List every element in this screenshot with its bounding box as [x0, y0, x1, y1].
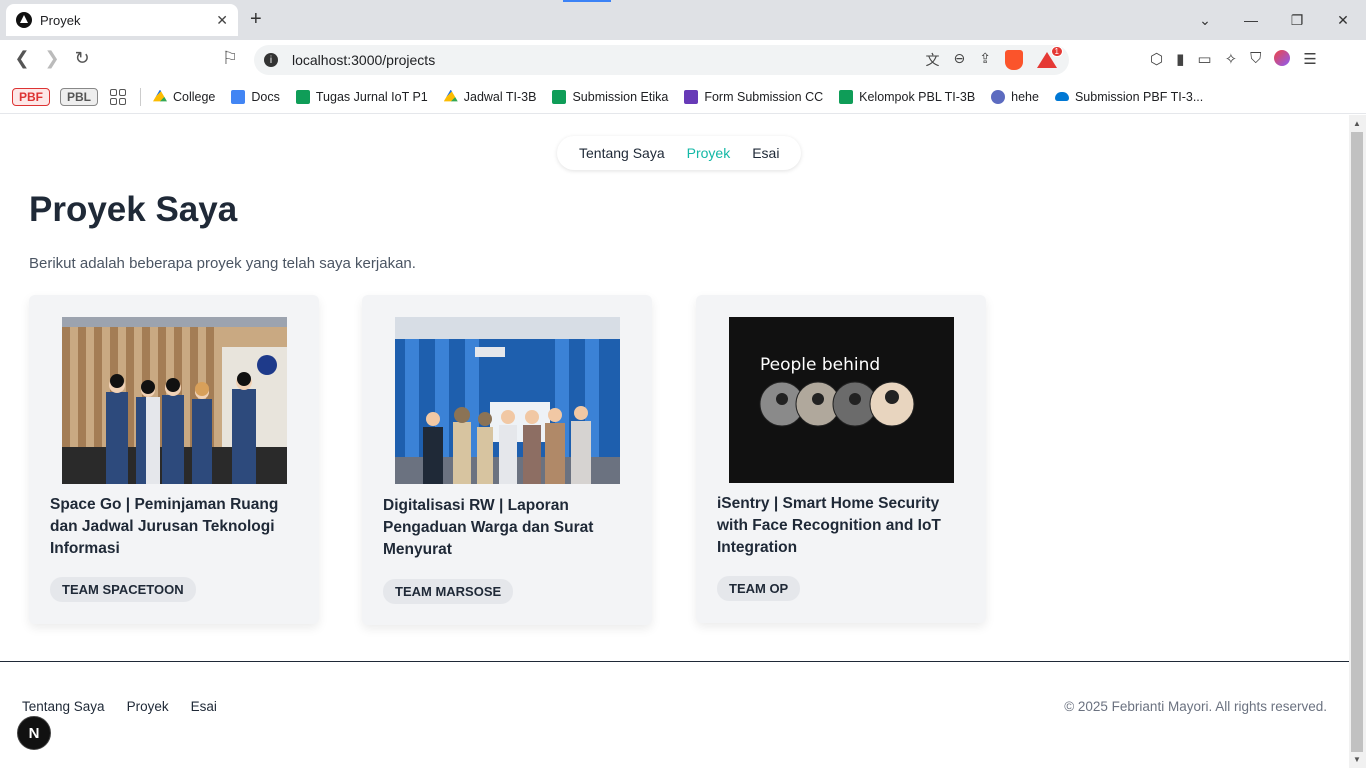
- footer-nav: Tentang Saya Proyek Esai: [22, 699, 217, 714]
- bookmark-pbl[interactable]: PBL: [60, 87, 98, 106]
- nav-proyek[interactable]: Proyek: [687, 145, 731, 161]
- vpn-icon[interactable]: ⛉: [1250, 50, 1261, 68]
- bookmark-page-icon[interactable]: ⚐: [218, 48, 242, 69]
- nav-tentang-saya[interactable]: Tentang Saya: [579, 145, 665, 161]
- bookmark-label: Form Submission CC: [704, 89, 824, 104]
- bookmark-label: hehe: [1011, 89, 1039, 104]
- browser-tab[interactable]: Proyek ✕: [6, 4, 238, 36]
- wallet-icon[interactable]: ▭: [1197, 50, 1211, 68]
- forward-icon[interactable]: ❯: [40, 48, 64, 69]
- project-card[interactable]: People behind iSentry | Smart Home Secur…: [696, 295, 986, 623]
- bookmark-item[interactable]: Jadwal TI-3B: [443, 89, 537, 104]
- bookmark-item[interactable]: Form Submission CC: [684, 89, 824, 104]
- bookmarks-bar: PBF PBL College Docs Tugas Jurnal IoT P1…: [0, 80, 1366, 114]
- sidebar-icon[interactable]: ▮: [1176, 50, 1184, 68]
- cloud-icon: [1054, 92, 1069, 101]
- footer-link-proyek[interactable]: Proyek: [127, 699, 169, 714]
- hehe-icon: [991, 89, 1006, 104]
- browser-tabbar: Proyek ✕ + ⌄ — ❐ ✕: [0, 0, 1366, 40]
- bookmark-label: Submission Etika: [572, 89, 669, 104]
- tab-title: Proyek: [40, 12, 81, 28]
- team-badge: TEAM OP: [717, 576, 801, 601]
- forms-icon: [684, 89, 699, 104]
- minimize-icon[interactable]: —: [1228, 0, 1274, 40]
- close-tab-icon[interactable]: ✕: [216, 12, 228, 29]
- toolbar-extensions: ⬡ ▮ ▭ ✧ ⛉ ☰: [1150, 50, 1317, 68]
- bookmark-item[interactable]: Submission Etika: [552, 89, 669, 104]
- url-text: localhost:3000/projects: [292, 52, 436, 68]
- zoom-icon[interactable]: ⊖: [954, 50, 966, 70]
- reload-icon[interactable]: ↻: [70, 48, 94, 69]
- scroll-up-icon[interactable]: ▲: [1353, 119, 1361, 128]
- nav-esai[interactable]: Esai: [752, 145, 779, 161]
- tab-strip-indicator: [563, 0, 611, 2]
- scroll-down-icon[interactable]: ▼: [1353, 755, 1361, 764]
- project-card[interactable]: Digitalisasi RW | Laporan Pengaduan Warg…: [362, 295, 652, 625]
- profile-avatar-icon[interactable]: [1274, 50, 1291, 66]
- bookmark-label: Submission PBF TI-3...: [1074, 89, 1204, 104]
- project-card[interactable]: Space Go | Peminjaman Ruang dan Jadwal J…: [29, 295, 319, 624]
- sheets-icon: [552, 89, 567, 104]
- bookmark-item[interactable]: Submission PBF TI-3...: [1054, 89, 1204, 104]
- bookmark-item[interactable]: Kelompok PBL TI-3B: [839, 89, 976, 104]
- sheets-icon: [839, 89, 854, 104]
- page-title: Proyek Saya: [29, 190, 238, 229]
- translate-icon[interactable]: ⽂: [926, 50, 940, 70]
- project-title[interactable]: Space Go | Peminjaman Ruang dan Jadwal J…: [50, 494, 306, 560]
- bookmark-separator: [140, 87, 141, 106]
- footer-divider: [0, 661, 1349, 662]
- project-title[interactable]: Digitalisasi RW | Laporan Pengaduan Warg…: [383, 495, 639, 561]
- bookmark-item[interactable]: Tugas Jurnal IoT P1: [295, 89, 428, 104]
- site-favicon-icon: [16, 12, 32, 28]
- project-photo: [62, 317, 287, 484]
- scrollbar-thumb[interactable]: [1351, 132, 1363, 752]
- drive-icon: [153, 89, 167, 102]
- bookmark-label: Jadwal TI-3B: [463, 89, 537, 104]
- bookmark-label: Tugas Jurnal IoT P1: [315, 89, 428, 104]
- bookmark-item[interactable]: Docs: [231, 89, 280, 104]
- address-bar[interactable]: i localhost:3000/projects ⽂ ⊖ ⇪ 1: [254, 45, 1069, 75]
- project-photo: People behind: [729, 317, 954, 483]
- footer-link-tentang-saya[interactable]: Tentang Saya: [22, 699, 105, 714]
- window-controls: ⌄ — ❐ ✕: [1182, 0, 1366, 40]
- drive-icon: [443, 89, 458, 102]
- bookmark-pbf[interactable]: PBF: [12, 87, 50, 106]
- team-badge: TEAM MARSOSE: [383, 579, 514, 604]
- new-tab-icon[interactable]: +: [250, 8, 262, 31]
- page-lead: Berikut adalah beberapa proyek yang tela…: [29, 255, 416, 272]
- project-photo: [395, 317, 620, 484]
- sheets-icon: [295, 89, 310, 104]
- copyright-text: © 2025 Febrianti Mayori. All rights rese…: [1064, 699, 1327, 714]
- brave-shields-icon[interactable]: [1005, 50, 1023, 70]
- project-title[interactable]: iSentry | Smart Home Security with Face …: [717, 493, 973, 559]
- apps-grid-icon[interactable]: [110, 88, 126, 105]
- bookmark-label: Docs: [251, 89, 280, 104]
- rewards-badge: 1: [1050, 46, 1063, 57]
- tab-list-chevron-icon[interactable]: ⌄: [1182, 0, 1228, 40]
- close-window-icon[interactable]: ✕: [1320, 0, 1366, 40]
- share-icon[interactable]: ⇪: [979, 50, 991, 70]
- extensions-icon[interactable]: ⬡: [1150, 50, 1163, 68]
- bookmark-label: Kelompok PBL TI-3B: [859, 89, 976, 104]
- back-icon[interactable]: ❮: [10, 48, 34, 69]
- page-viewport: Tentang Saya Proyek Esai Proyek Saya Ber…: [0, 115, 1349, 768]
- team-badge: TEAM SPACETOON: [50, 577, 196, 602]
- menu-icon[interactable]: ☰: [1303, 50, 1316, 68]
- nextjs-dev-badge[interactable]: N: [17, 716, 51, 750]
- restore-icon[interactable]: ❐: [1274, 0, 1320, 40]
- brave-rewards-icon[interactable]: 1: [1037, 46, 1063, 68]
- bookmark-item[interactable]: hehe: [991, 89, 1039, 104]
- footer-link-esai[interactable]: Esai: [191, 699, 217, 714]
- docs-icon: [231, 89, 246, 104]
- site-info-icon[interactable]: i: [264, 53, 278, 67]
- leo-ai-icon[interactable]: ✧: [1225, 50, 1238, 68]
- bookmark-label: College: [173, 89, 216, 104]
- bookmark-item[interactable]: College: [153, 89, 216, 104]
- page-scrollbar[interactable]: ▲ ▼: [1349, 115, 1366, 768]
- top-nav: Tentang Saya Proyek Esai: [557, 136, 802, 170]
